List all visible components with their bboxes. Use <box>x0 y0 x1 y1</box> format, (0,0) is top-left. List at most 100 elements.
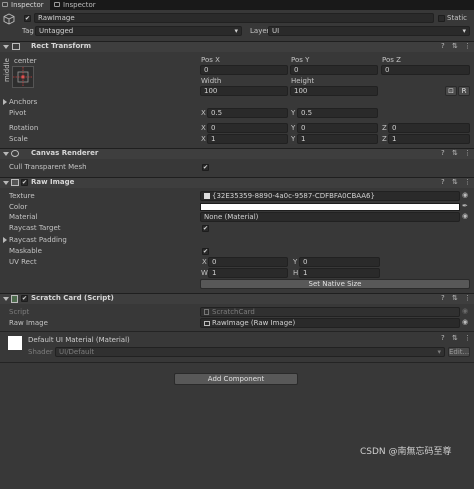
anchor-v-label: middle <box>3 58 11 82</box>
pos-z-label: Pos Z <box>382 56 401 64</box>
gameobject-icon <box>3 13 15 25</box>
raw-image-picker-icon[interactable]: ◉ <box>462 317 468 328</box>
height-field[interactable]: 100 <box>290 86 378 96</box>
raycast-target-toggle[interactable]: ✔ <box>202 225 209 232</box>
raycast-padding-foldout-icon[interactable] <box>3 237 7 243</box>
color-label: Color <box>9 203 28 211</box>
shader-label: Shader <box>28 348 53 356</box>
scale-z-field[interactable]: 1 <box>388 134 470 144</box>
preset-icon[interactable]: ⇅ <box>452 177 458 188</box>
texture-picker-icon[interactable]: ◉ <box>462 190 468 201</box>
color-swatch[interactable] <box>200 203 460 211</box>
width-field[interactable]: 100 <box>200 86 288 96</box>
anchors-foldout-icon[interactable] <box>3 99 7 105</box>
menu-icon[interactable]: ⋮ <box>464 148 471 159</box>
help-icon[interactable]: ? <box>441 177 445 188</box>
pivot-x-field[interactable]: 0.5 <box>207 108 288 118</box>
raw-image-title: Raw Image <box>31 178 75 186</box>
menu-icon[interactable]: ⋮ <box>464 41 471 52</box>
pos-x-label: Pos X <box>201 56 220 64</box>
rot-z-field[interactable]: 0 <box>388 123 470 133</box>
uv-h-axis: H <box>293 269 299 277</box>
inspector-tab-icon <box>2 2 8 7</box>
menu-icon[interactable]: ⋮ <box>464 293 471 304</box>
uv-w-field[interactable]: 1 <box>208 268 288 278</box>
help-icon[interactable]: ? <box>441 41 445 52</box>
preset-icon[interactable]: ⇅ <box>452 333 458 344</box>
script-field: ScratchCard <box>200 307 460 317</box>
raw-image-icon <box>11 179 19 186</box>
canvas-renderer-title: Canvas Renderer <box>31 149 99 157</box>
anchor-preset-button[interactable] <box>12 66 34 88</box>
scratch-card-title: Scratch Card (Script) <box>31 294 114 302</box>
tab-inspector-1[interactable]: Inspector <box>0 0 50 10</box>
maskable-toggle[interactable]: ✔ <box>202 248 209 255</box>
material-label: Material <box>9 213 38 221</box>
canvas-renderer-icon <box>11 150 19 157</box>
pos-x-field[interactable]: 0 <box>200 65 288 75</box>
material-bottom-separator <box>0 362 474 363</box>
set-native-size-button[interactable]: Set Native Size <box>200 279 470 289</box>
scale-y-field[interactable]: 1 <box>297 134 378 144</box>
pivot-x-axis: X <box>201 109 206 117</box>
scratch-card-enabled-toggle[interactable]: ✔ <box>21 295 28 302</box>
pivot-label: Pivot <box>9 109 27 117</box>
material-title: Default UI Material (Material) <box>28 336 130 344</box>
raw-image-field-label: Raw Image <box>9 319 48 327</box>
rot-x-axis: X <box>201 124 206 132</box>
scale-x-field[interactable]: 1 <box>207 134 288 144</box>
uv-h-field[interactable]: 1 <box>299 268 380 278</box>
texture-field[interactable]: {32E35359-8890-4a0c-9587-CDFBFA0CBAA6} <box>200 191 460 201</box>
scale-label: Scale <box>9 135 28 143</box>
add-component-button[interactable]: Add Component <box>174 373 298 385</box>
help-icon[interactable]: ? <box>441 148 445 159</box>
shader-dropdown: UI/Default ▾ <box>55 347 445 357</box>
tag-label: Tag <box>22 27 34 35</box>
uv-x-field[interactable]: 0 <box>208 257 288 267</box>
rot-y-field[interactable]: 0 <box>297 123 378 133</box>
layer-dropdown[interactable]: UI ▾ <box>268 26 470 36</box>
chevron-down-icon: ▾ <box>234 27 238 35</box>
pos-z-field[interactable]: 0 <box>381 65 470 75</box>
rect-transform-icon <box>12 43 20 50</box>
raw-edit-button[interactable]: R <box>458 86 470 96</box>
maskable-label: Maskable <box>9 247 42 255</box>
help-icon[interactable]: ? <box>441 333 445 344</box>
foldout-arrow-icon[interactable] <box>3 152 9 156</box>
rot-x-field[interactable]: 0 <box>207 123 288 133</box>
preset-icon[interactable]: ⇅ <box>452 293 458 304</box>
preset-icon[interactable]: ⇅ <box>452 148 458 159</box>
blueprint-mode-button[interactable]: ⊡ <box>445 86 457 96</box>
active-toggle[interactable]: ✔ <box>24 15 31 22</box>
uv-y-axis: Y <box>293 258 298 266</box>
uv-w-axis: W <box>201 269 208 277</box>
tag-dropdown[interactable]: Untagged ▾ <box>35 26 242 36</box>
foldout-arrow-icon[interactable] <box>3 45 9 49</box>
material-picker-icon[interactable]: ◉ <box>462 211 468 222</box>
scale-z-axis: Z <box>382 135 387 143</box>
menu-icon[interactable]: ⋮ <box>464 333 471 344</box>
rot-y-axis: Y <box>291 124 296 132</box>
foldout-arrow-icon[interactable] <box>3 181 9 185</box>
raw-image-enabled-toggle[interactable]: ✔ <box>21 179 28 186</box>
uv-x-axis: X <box>202 258 207 266</box>
pos-y-field[interactable]: 0 <box>290 65 378 75</box>
static-toggle[interactable] <box>438 15 445 22</box>
raw-image-reference-field[interactable]: RawImage (Raw Image) <box>200 318 460 328</box>
scale-x-axis: X <box>201 135 206 143</box>
preset-icon[interactable]: ⇅ <box>452 41 458 52</box>
pivot-y-field[interactable]: 0.5 <box>297 108 378 118</box>
cull-transparent-mesh-toggle[interactable]: ✔ <box>202 164 209 171</box>
width-label: Width <box>201 77 222 85</box>
edit-shader-button[interactable]: Edit... <box>448 347 470 357</box>
raycast-target-label: Raycast Target <box>9 224 61 232</box>
material-field[interactable]: None (Material) <box>200 212 460 222</box>
object-name-field[interactable]: RawImage <box>34 13 434 23</box>
chevron-down-icon: ▾ <box>437 348 441 356</box>
script-label: Script <box>9 308 30 316</box>
help-icon[interactable]: ? <box>441 293 445 304</box>
tab-inspector-2[interactable]: Inspector <box>52 0 104 10</box>
menu-icon[interactable]: ⋮ <box>464 177 471 188</box>
foldout-arrow-icon[interactable] <box>3 297 9 301</box>
uv-y-field[interactable]: 0 <box>299 257 380 267</box>
